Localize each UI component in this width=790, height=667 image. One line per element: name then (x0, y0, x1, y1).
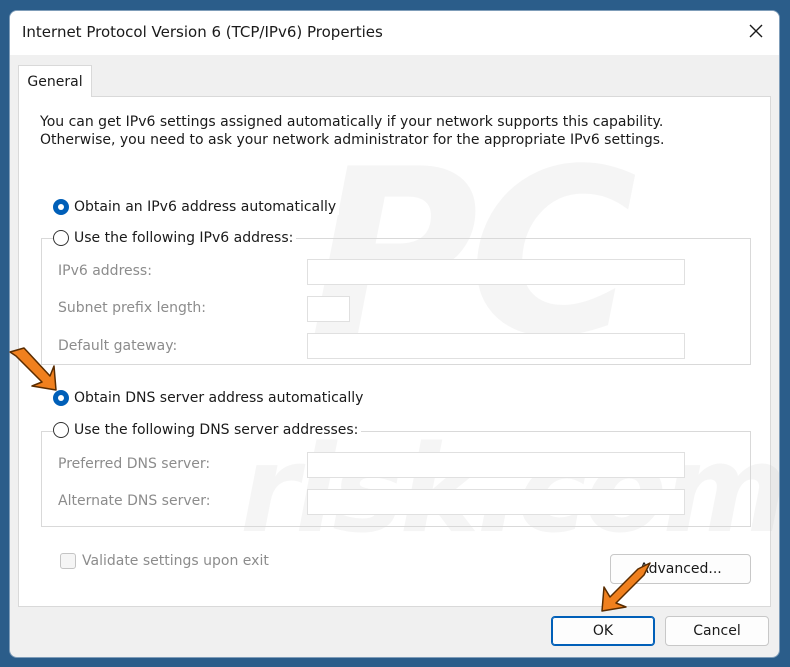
ipv6-address-label: IPv6 address: (58, 263, 152, 279)
radio-button-checked[interactable] (53, 199, 69, 215)
radio-button[interactable] (53, 422, 69, 438)
radio-obtain-ipv6-auto[interactable]: Obtain an IPv6 address automatically (53, 199, 340, 215)
ok-button[interactable]: OK (551, 616, 655, 646)
radio-button[interactable] (53, 230, 69, 246)
cancel-button[interactable]: Cancel (665, 616, 769, 646)
validate-settings-label: Validate settings upon exit (82, 553, 269, 569)
radio-label: Obtain DNS server address automatically (74, 390, 364, 406)
arrow-pointer-icon (9, 347, 57, 391)
ipv6-address-input[interactable] (307, 259, 685, 285)
tab-general[interactable]: General (18, 65, 92, 97)
validate-settings-checkbox[interactable]: Validate settings upon exit (60, 553, 269, 569)
checkbox-box[interactable] (60, 553, 76, 569)
preferred-dns-label: Preferred DNS server: (58, 456, 211, 472)
description-text: You can get IPv6 settings assigned autom… (40, 113, 664, 149)
radio-label: Use the following IPv6 address: (74, 230, 294, 246)
default-gateway-input[interactable] (307, 333, 685, 359)
radio-use-following-dns[interactable]: Use the following DNS server addresses: (53, 422, 362, 438)
properties-dialog: Internet Protocol Version 6 (TCP/IPv6) P… (9, 10, 780, 658)
description-line-1: You can get IPv6 settings assigned autom… (40, 114, 664, 130)
title-bar: Internet Protocol Version 6 (TCP/IPv6) P… (10, 11, 779, 55)
preferred-dns-input[interactable] (307, 452, 685, 478)
radio-label: Obtain an IPv6 address automatically (74, 199, 337, 215)
close-icon (749, 24, 763, 38)
alternate-dns-input[interactable] (307, 489, 685, 515)
radio-obtain-dns-auto[interactable]: Obtain DNS server address automatically (53, 390, 367, 406)
default-gateway-label: Default gateway: (58, 338, 178, 354)
alternate-dns-label: Alternate DNS server: (58, 493, 211, 509)
subnet-prefix-label: Subnet prefix length: (58, 300, 206, 316)
close-button[interactable] (733, 11, 779, 51)
window-title: Internet Protocol Version 6 (TCP/IPv6) P… (22, 23, 383, 41)
radio-label: Use the following DNS server addresses: (74, 422, 359, 438)
description-line-2: Otherwise, you need to ask your network … (40, 132, 665, 148)
arrow-pointer-icon (601, 562, 651, 612)
subnet-prefix-input[interactable] (307, 296, 350, 322)
radio-use-following-ipv6[interactable]: Use the following IPv6 address: (53, 230, 297, 246)
